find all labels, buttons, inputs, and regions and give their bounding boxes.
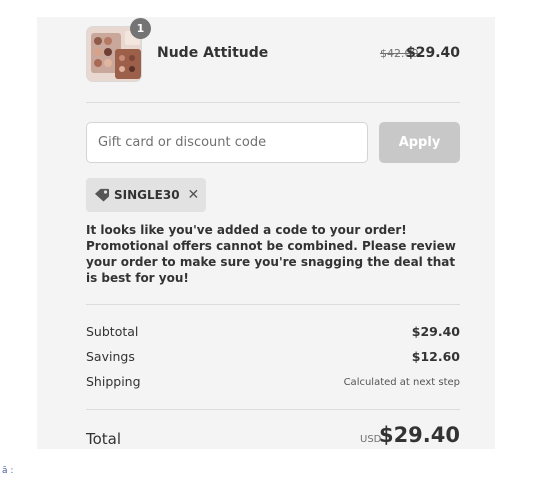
applied-code-label: SINGLE30 — [114, 188, 180, 202]
subtotal-value: $29.40 — [411, 324, 460, 339]
product-thumbnail-wrap: 1 — [86, 18, 151, 82]
promo-warning-message: It looks like you've added a code to you… — [86, 223, 456, 285]
discount-code-input[interactable] — [86, 122, 368, 163]
product-price: $29.40 — [405, 45, 460, 61]
applied-discount-tag: SINGLE30 ✕ — [86, 178, 206, 212]
order-summary-panel: 1 Nude Attitude $42.00 $29.40 Apply SING… — [37, 17, 495, 449]
subtotal-label: Subtotal — [86, 324, 139, 339]
divider — [86, 304, 460, 305]
total-label: Total — [86, 430, 122, 448]
tag-icon — [94, 188, 110, 202]
savings-label: Savings — [86, 349, 135, 364]
shipping-value: Calculated at next step — [343, 377, 460, 388]
total-amount: $29.40 — [378, 423, 460, 447]
divider — [86, 102, 460, 103]
quantity-badge: 1 — [130, 18, 151, 39]
apply-button[interactable]: Apply — [379, 122, 460, 163]
shipping-label: Shipping — [86, 374, 141, 389]
stray-text: ā : — [2, 466, 14, 476]
divider — [86, 409, 460, 410]
close-icon[interactable]: ✕ — [188, 187, 200, 203]
product-name: Nude Attitude — [157, 45, 269, 61]
savings-value: $12.60 — [411, 349, 460, 364]
